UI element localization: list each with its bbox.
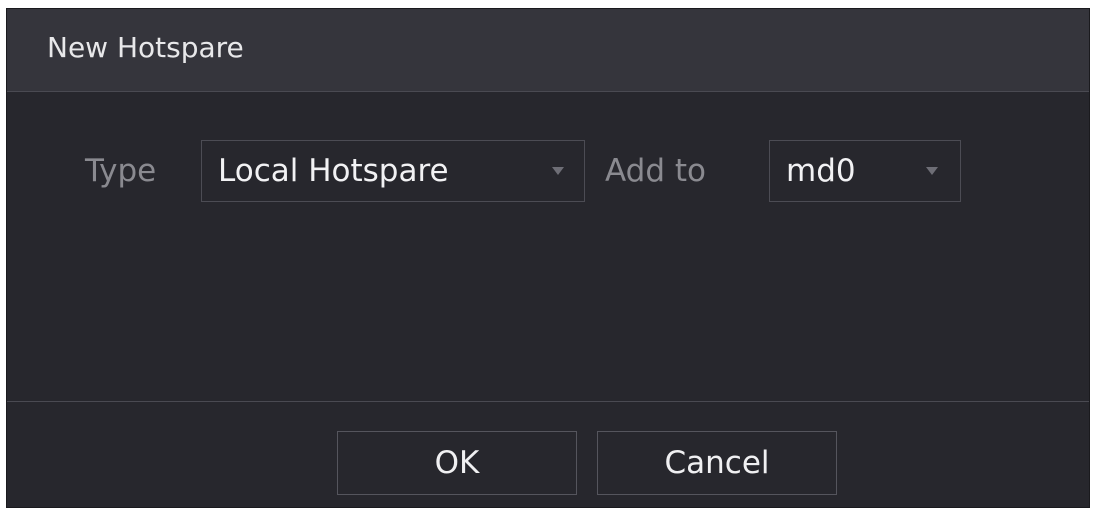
footer-divider xyxy=(7,401,1089,402)
add-to-select-value: md0 xyxy=(786,153,856,189)
new-hotspare-dialog: New Hotspare Type Local Hotspare Add to … xyxy=(6,8,1090,508)
dialog-title: New Hotspare xyxy=(47,31,244,64)
cancel-button[interactable]: Cancel xyxy=(597,431,837,495)
chevron-down-icon xyxy=(552,167,564,175)
type-select[interactable]: Local Hotspare xyxy=(201,140,585,202)
title-bar: New Hotspare xyxy=(7,9,1089,92)
ok-button[interactable]: OK xyxy=(337,431,577,495)
chevron-down-icon xyxy=(926,167,938,175)
add-to-label: Add to xyxy=(605,153,706,189)
add-to-select[interactable]: md0 xyxy=(769,140,961,202)
type-select-value: Local Hotspare xyxy=(218,153,449,189)
type-label: Type xyxy=(85,153,157,189)
